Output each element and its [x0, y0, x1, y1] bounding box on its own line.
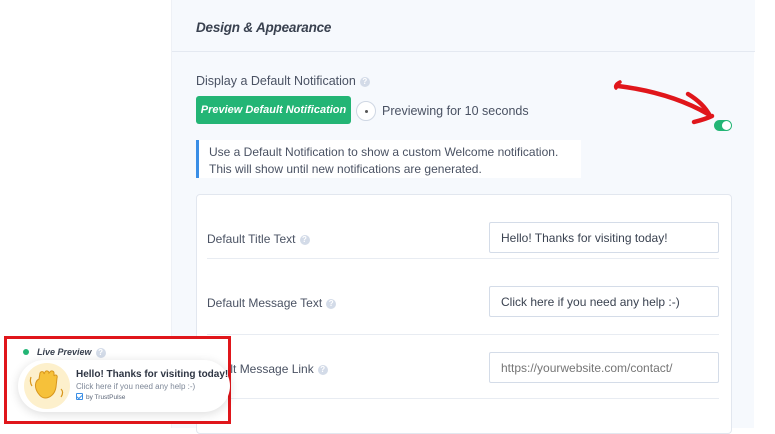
- waving-hand-icon: [24, 363, 70, 409]
- check-icon: [76, 393, 83, 400]
- preview-default-notification-button[interactable]: Preview Default Notification: [196, 96, 351, 124]
- notification-title: Hello! Thanks for visiting today!: [76, 369, 229, 380]
- form-row-link: efault Message Link?: [207, 335, 719, 399]
- default-notification-form: Default Title Text? Default Message Text…: [196, 194, 732, 434]
- default-link-input[interactable]: [489, 352, 719, 383]
- live-status-dot: [23, 348, 29, 355]
- form-row-message: Default Message Text?: [207, 271, 719, 335]
- info-notice: Use a Default Notification to show a cus…: [196, 140, 581, 178]
- display-default-label-text: Display a Default Notification: [196, 74, 356, 88]
- default-message-label-text: Default Message Text: [207, 296, 323, 310]
- design-appearance-panel: Design & Appearance Display a Default No…: [171, 0, 755, 434]
- red-arrow-annotation: [613, 80, 715, 125]
- help-icon[interactable]: ?: [317, 364, 328, 375]
- default-title-label: Default Title Text?: [207, 232, 310, 246]
- trustpulse-credit-text: by TrustPulse: [86, 394, 126, 402]
- help-icon[interactable]: ?: [359, 76, 370, 87]
- panel-title: Design & Appearance: [196, 20, 332, 35]
- notification-message: Click here if you need any help :-): [76, 382, 196, 391]
- preview-timer-radio[interactable]: [356, 101, 376, 121]
- help-icon[interactable]: ?: [326, 298, 337, 309]
- form-row-title: Default Title Text?: [207, 195, 719, 259]
- live-preview-label: Live Preview: [37, 347, 92, 357]
- help-icon[interactable]: ?: [95, 347, 106, 358]
- preview-notification[interactable]: Hello! Thanks for visiting today! Click …: [18, 360, 230, 412]
- default-title-input[interactable]: [489, 222, 719, 253]
- display-default-label: Display a Default Notification?: [196, 74, 370, 88]
- trustpulse-credit: by TrustPulse: [76, 393, 126, 402]
- default-message-label: Default Message Text?: [207, 296, 337, 310]
- default-message-input[interactable]: [489, 286, 719, 317]
- previewing-text: Previewing for 10 seconds: [382, 104, 529, 118]
- live-preview-box: Live Preview? Hello! Thanks for visiting…: [4, 336, 231, 424]
- panel-header: Design & Appearance: [172, 0, 755, 52]
- live-preview-header: Live Preview?: [23, 347, 106, 358]
- default-title-label-text: Default Title Text: [207, 232, 296, 246]
- help-icon[interactable]: ?: [299, 234, 310, 245]
